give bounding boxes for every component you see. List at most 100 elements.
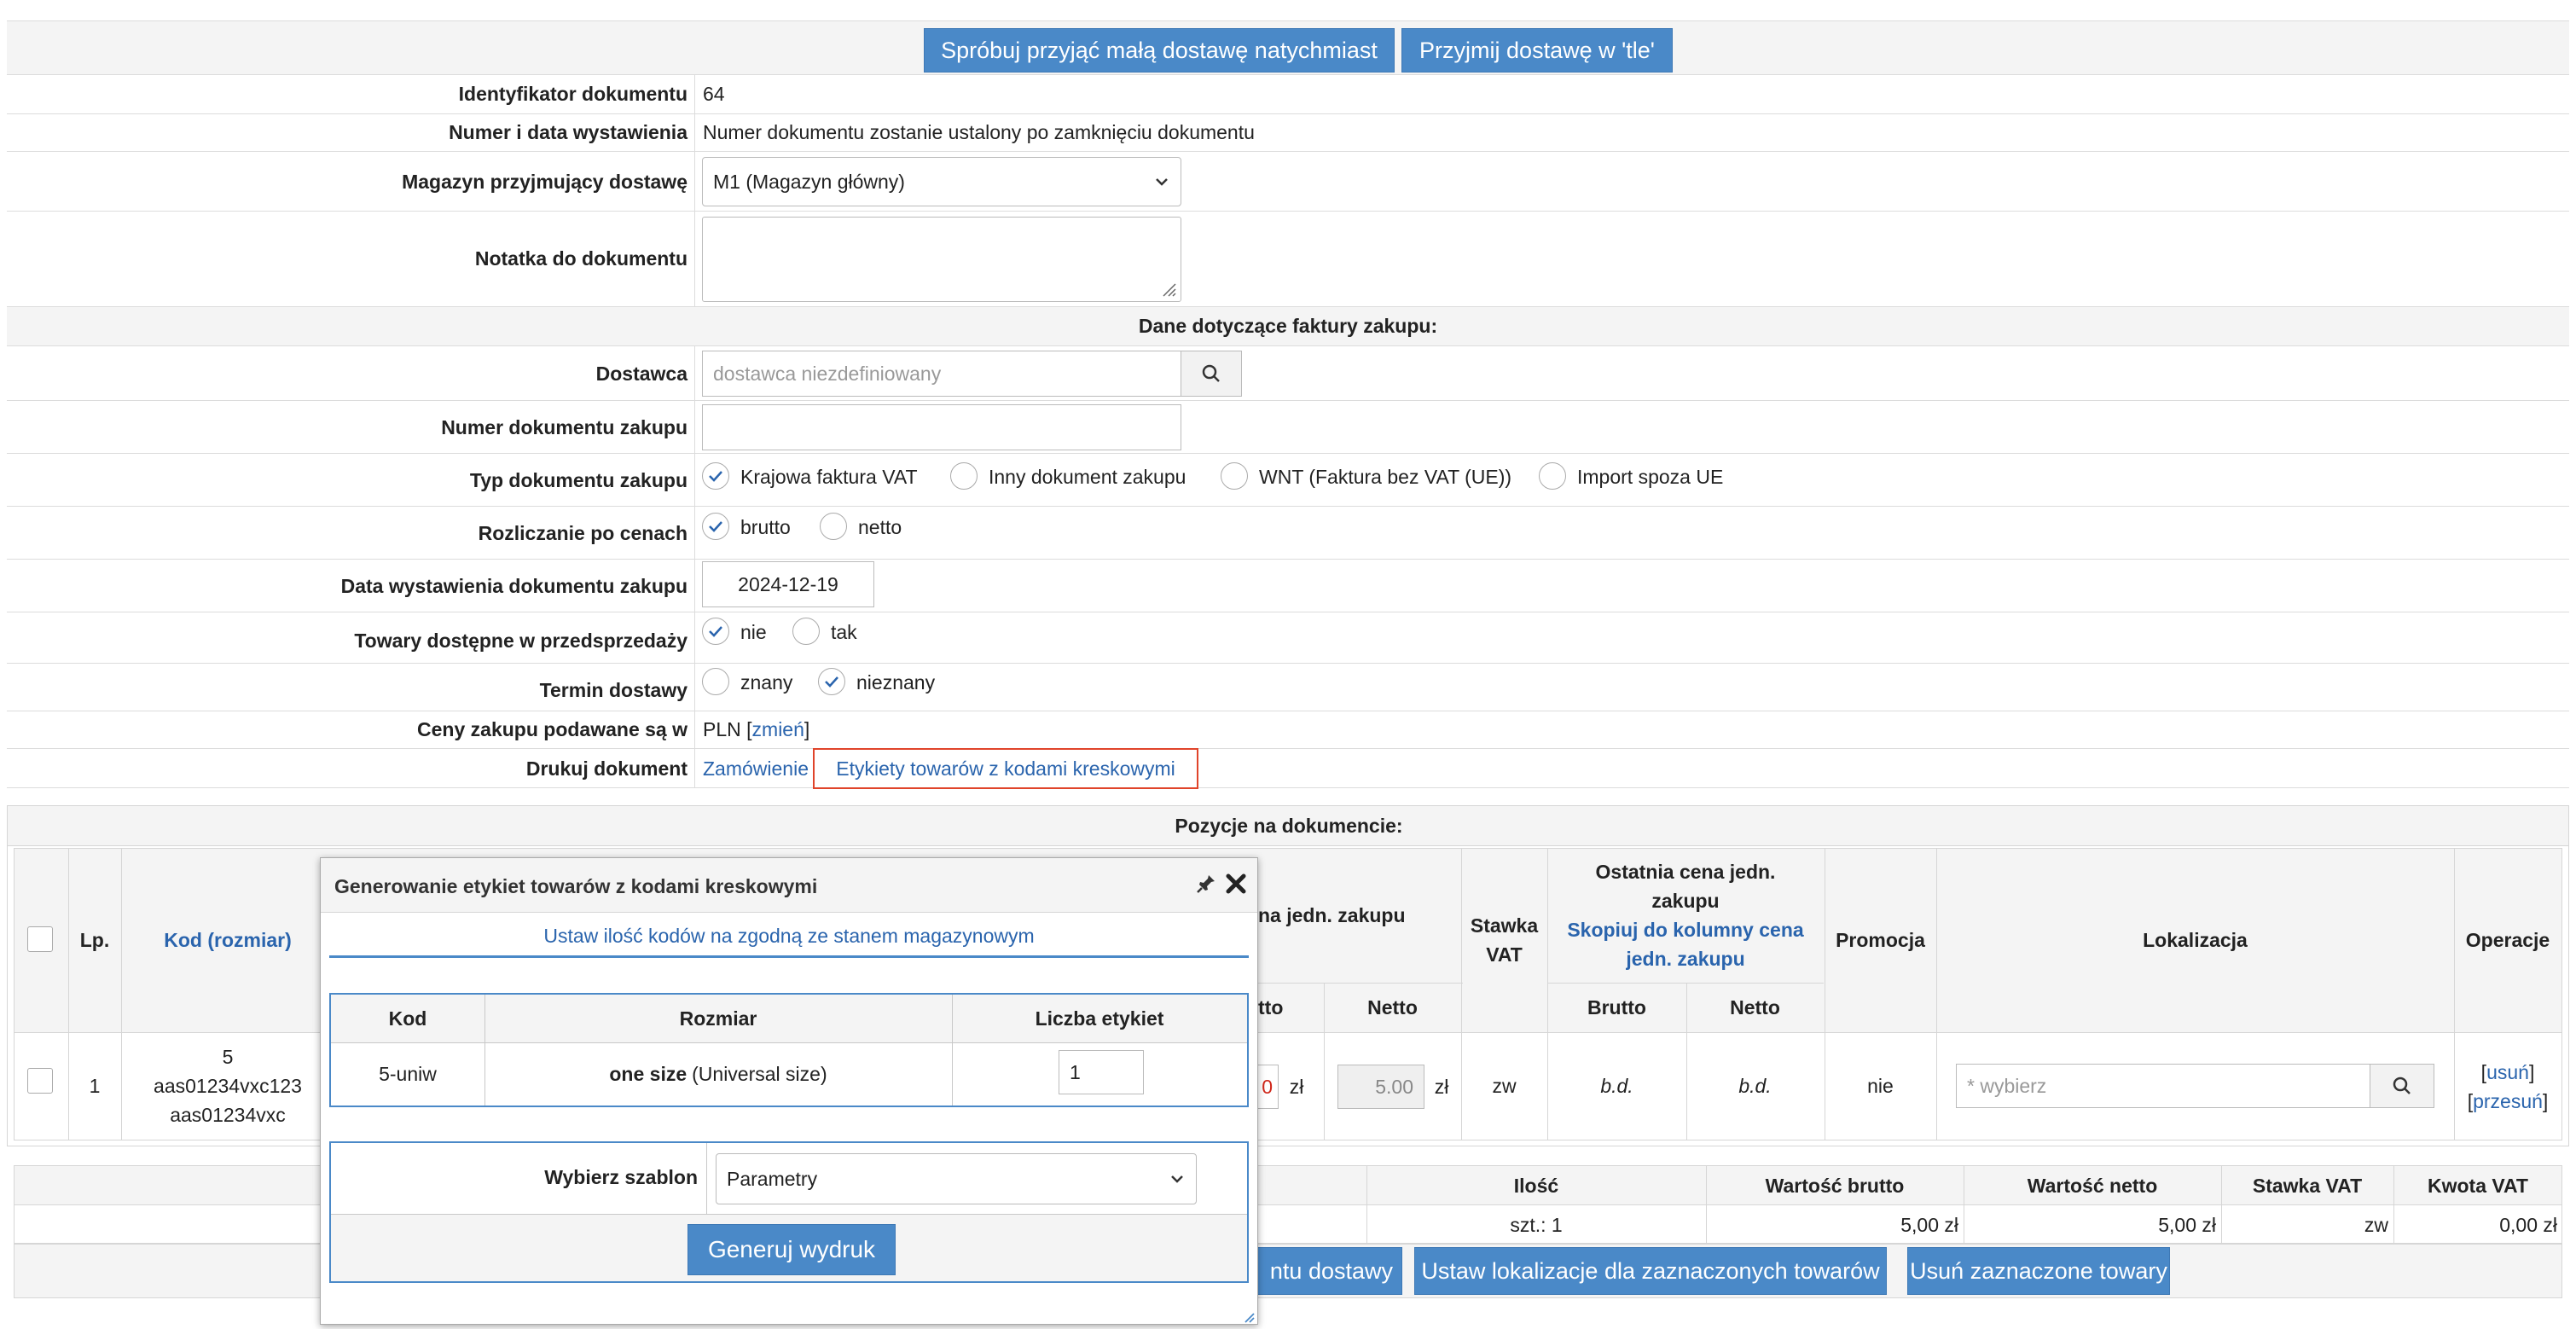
col-vat-header: Stawka VAT bbox=[1461, 848, 1547, 1032]
radio-import-label: Import spoza UE bbox=[1577, 466, 1724, 488]
print-order-link[interactable]: Zamówienie bbox=[703, 757, 809, 781]
radio-presale-tak-label: tak bbox=[831, 621, 857, 643]
supplier-placeholder: dostawca niezdefiniowany bbox=[713, 362, 942, 385]
row-checkbox[interactable] bbox=[27, 1068, 53, 1094]
currency-value-group: PLN [zmień] bbox=[703, 718, 809, 741]
col-code-header[interactable]: Kod (rozmiar) bbox=[121, 848, 334, 1032]
warehouse-selected-value: M1 (Magazyn główny) bbox=[713, 170, 905, 193]
warehouse-row: Magazyn przyjmujący dostawę M1 (Magazyn … bbox=[7, 152, 2569, 212]
col-operations-header: Operacje bbox=[2465, 929, 2550, 951]
radio-term-znany[interactable] bbox=[702, 668, 729, 695]
row-last-brutto: b.d. bbox=[1600, 1075, 1633, 1097]
invoice-section-title: Dane dotyczące faktury zakupu: bbox=[1138, 315, 1438, 337]
print-barcode-labels-link[interactable]: Etykiety towarów z kodami kreskowymi bbox=[813, 748, 1198, 789]
dialog-title: Generowanie etykiet towarów z kodami kre… bbox=[334, 875, 818, 897]
radio-krajowa-faktura[interactable] bbox=[702, 462, 729, 490]
col-netto-header: Netto bbox=[1367, 996, 1418, 1019]
chevron-down-icon bbox=[1171, 1175, 1183, 1183]
summary-qty-header: Ilość bbox=[1513, 1174, 1559, 1197]
supplier-search-button[interactable] bbox=[1181, 351, 1242, 397]
summary-vat-rate-header: Stawka VAT bbox=[2252, 1174, 2363, 1197]
set-location-button[interactable]: Ustaw lokalizacje dla zaznaczonych towar… bbox=[1414, 1247, 1887, 1295]
template-select[interactable]: Parametry bbox=[716, 1153, 1197, 1204]
currency-change-link[interactable]: zmień bbox=[752, 718, 804, 740]
summary-brutto-value: 5,00 zł bbox=[1900, 1213, 1958, 1236]
row-brutto-value: 0 bbox=[1262, 1075, 1273, 1098]
template-selected-value: Parametry bbox=[727, 1167, 818, 1190]
labels-row-size-rest: (Universal size) bbox=[692, 1063, 827, 1085]
pin-icon[interactable] bbox=[1195, 873, 1217, 895]
purchase-doc-number-input[interactable] bbox=[702, 404, 1181, 450]
row-operations: [usuń] [przesuń] bbox=[2454, 1054, 2561, 1119]
doc-id-row: Identyfikator dokumentu 64 bbox=[7, 75, 2569, 114]
summary-qty-value: szt.: 1 bbox=[1510, 1213, 1563, 1236]
summary-netto-value: 5,00 zł bbox=[2158, 1213, 2216, 1236]
print-row: Drukuj dokument Zamówienie Etykiety towa… bbox=[7, 748, 2569, 789]
currency-label: Ceny zakupu podawane są w bbox=[417, 718, 688, 740]
search-icon bbox=[2393, 1077, 2411, 1094]
labels-col-size-header: Rozmiar bbox=[679, 1007, 757, 1030]
warehouse-label: Magazyn przyjmujący dostawę bbox=[402, 171, 688, 193]
accept-small-delivery-button[interactable]: Spróbuj przyjąć małą dostawę natychmiast bbox=[924, 28, 1395, 73]
chevron-down-icon bbox=[1156, 178, 1168, 186]
currency-bracket-close: ] bbox=[804, 718, 810, 740]
row-promo: nie bbox=[1867, 1075, 1894, 1097]
supplier-input[interactable]: dostawca niezdefiniowany bbox=[702, 351, 1181, 397]
radio-krajowa-faktura-label: Krajowa faktura VAT bbox=[740, 466, 918, 488]
row-delete-link[interactable]: usuń bbox=[2486, 1061, 2529, 1083]
resize-handle-icon[interactable] bbox=[1158, 279, 1177, 298]
labels-col-code-header: Kod bbox=[388, 1007, 427, 1030]
row-location-input[interactable]: * wybierz bbox=[1956, 1064, 2370, 1108]
radio-presale-tak[interactable] bbox=[792, 618, 820, 645]
resize-handle-icon[interactable] bbox=[1242, 1310, 1256, 1324]
copy-to-price-link-line2[interactable]: jedn. zakupu bbox=[1626, 944, 1744, 973]
generate-print-button[interactable]: Generuj wydruk bbox=[688, 1224, 896, 1275]
row-code-line3: aas01234vxc bbox=[170, 1104, 286, 1126]
radio-inny-dokument[interactable] bbox=[950, 462, 978, 490]
radio-brutto[interactable] bbox=[702, 513, 729, 540]
radio-wnt[interactable] bbox=[1221, 462, 1248, 490]
col-location-header: Lokalizacja bbox=[2143, 929, 2248, 951]
row-netto-input[interactable]: 5.00 bbox=[1337, 1065, 1424, 1109]
close-icon[interactable] bbox=[1223, 871, 1249, 897]
doc-number-row: Numer i data wystawienia Numer dokumentu… bbox=[7, 114, 2569, 152]
row-last-netto: b.d. bbox=[1738, 1075, 1772, 1097]
accept-background-delivery-button[interactable]: Przyjmij dostawę w 'tle' bbox=[1401, 28, 1673, 73]
issue-date-input[interactable]: 2024-12-19 bbox=[702, 561, 874, 607]
currency-value: PLN bbox=[703, 718, 741, 740]
row-lp: 1 bbox=[89, 1075, 101, 1097]
row-netto-currency: zł bbox=[1434, 1076, 1449, 1098]
col-vat-header-line1: Stawka bbox=[1470, 914, 1539, 937]
warehouse-select[interactable]: M1 (Magazyn główny) bbox=[702, 157, 1181, 206]
supplier-row: Dostawca dostawca niezdefiniowany bbox=[7, 346, 2569, 401]
select-all-checkbox[interactable] bbox=[27, 926, 53, 952]
pricing-row: Rozliczanie po cenach brutto netto bbox=[7, 507, 2569, 560]
row-location-search-button[interactable] bbox=[2370, 1064, 2434, 1108]
labels-row-code: 5-uniw bbox=[379, 1063, 437, 1085]
copy-to-price-link-line1[interactable]: Skopiuj do kolumny cena bbox=[1567, 915, 1803, 944]
row-move-link[interactable]: przesuń bbox=[2473, 1090, 2543, 1112]
purchase-doc-type-row: Typ dokumentu zakupu Krajowa faktura VAT… bbox=[7, 454, 2569, 507]
note-row: Notatka do dokumentu bbox=[7, 212, 2569, 307]
radio-netto[interactable] bbox=[820, 513, 847, 540]
invoice-section-header: Dane dotyczące faktury zakupu: bbox=[7, 307, 2569, 346]
row-code: 5 aas01234vxc123 aas01234vxc bbox=[121, 1032, 334, 1140]
radio-term-nieznany[interactable] bbox=[818, 668, 845, 695]
remove-selected-button[interactable]: Usuń zaznaczone towary bbox=[1907, 1247, 2170, 1295]
issue-date-row: Data wystawienia dokumentu zakupu 2024-1… bbox=[7, 560, 2569, 612]
positions-section-title: Pozycje na dokumencie: bbox=[1175, 815, 1403, 837]
presale-label: Towary dostępne w przedsprzedaży bbox=[354, 630, 688, 652]
col-last-brutto-header: Brutto bbox=[1587, 996, 1646, 1019]
labels-count-input[interactable]: 1 bbox=[1059, 1050, 1144, 1094]
delivery-term-label: Termin dostawy bbox=[539, 679, 688, 701]
radio-presale-nie[interactable] bbox=[702, 618, 729, 645]
top-toolbar: Spróbuj przyjąć małą dostawę natychmiast… bbox=[7, 20, 2569, 75]
radio-netto-label: netto bbox=[858, 516, 902, 538]
set-qty-to-stock-link[interactable]: Ustaw ilość kodów na zgodną ze stanem ma… bbox=[329, 925, 1249, 948]
radio-import[interactable] bbox=[1539, 462, 1566, 490]
dialog-titlebar[interactable]: Generowanie etykiet towarów z kodami kre… bbox=[321, 858, 1257, 913]
note-textarea[interactable] bbox=[702, 217, 1181, 302]
doc-number-label: Numer i data wystawienia bbox=[449, 121, 688, 143]
purchase-doc-number-label: Numer dokumentu zakupu bbox=[441, 416, 688, 438]
row-location-placeholder: * wybierz bbox=[1967, 1074, 2047, 1097]
